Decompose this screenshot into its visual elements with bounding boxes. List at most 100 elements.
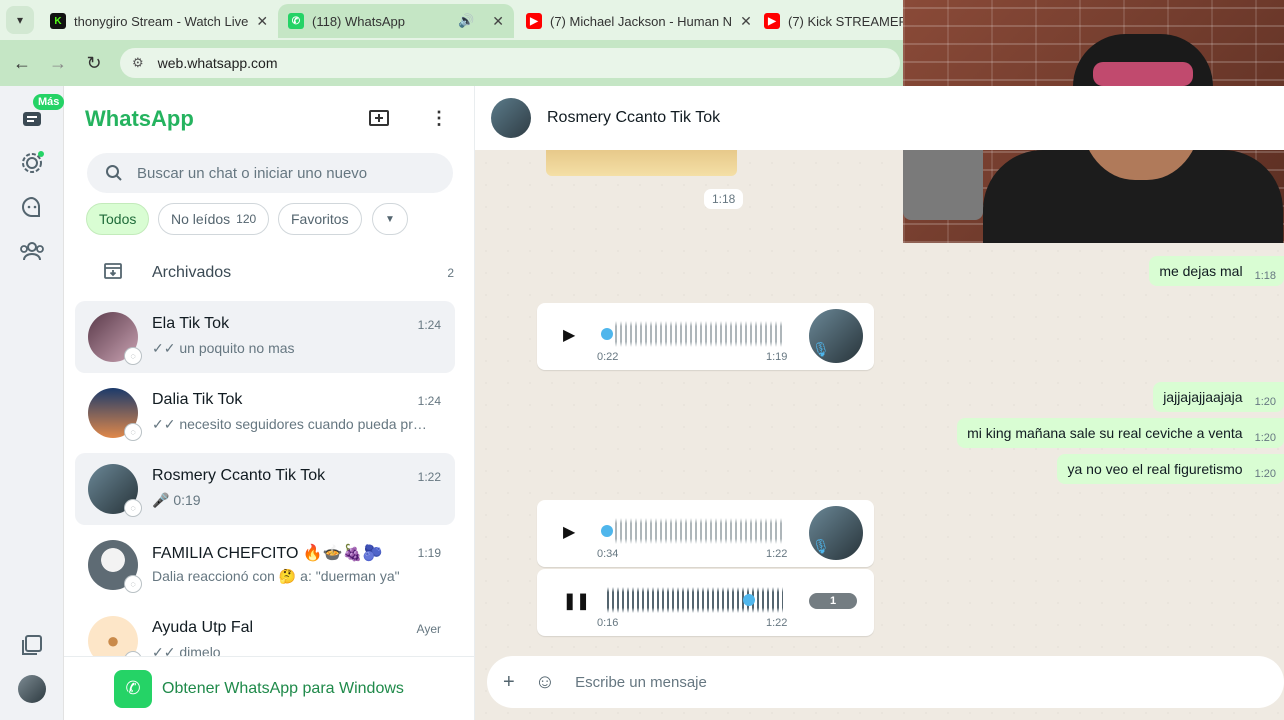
chat-time: 1:22 (417, 470, 441, 484)
avatar: ◌ (88, 388, 142, 441)
status-icon[interactable] (16, 147, 48, 179)
forward-icon[interactable]: → (40, 53, 76, 74)
contact-avatar[interactable] (491, 98, 531, 138)
communities-icon[interactable] (16, 235, 48, 267)
message-time: 1:20 (1254, 468, 1276, 480)
message-time: 1:18 (704, 189, 744, 209)
pause-icon[interactable]: ❚❚ (563, 591, 590, 611)
chat-item[interactable]: ◌ FAMILIA CHEFCITO 🔥🍲🍇🫐 1:19 Dalia reacc… (75, 529, 455, 601)
channels-icon[interactable] (16, 191, 48, 223)
get-windows-app-link[interactable]: ✆ Obtener WhatsApp para Windows (64, 656, 474, 720)
message-time: 1:20 (1254, 432, 1276, 444)
chat-time: Ayer (416, 622, 441, 636)
playback-scrubber[interactable] (743, 594, 755, 606)
chat-preview: ✓✓ necesito seguidores cuando pueda pren… (152, 416, 432, 432)
status-ring-icon: ◌ (124, 575, 142, 593)
contact-name: Rosmery Ccanto Tik Tok (547, 109, 721, 126)
voice-position: 0:16 (597, 617, 619, 629)
tab-title: (7) Michael Jackson - Human N (550, 13, 733, 29)
mic-icon: 🎙 (812, 341, 830, 357)
search-input[interactable]: Buscar un chat o iniciar uno nuevo (87, 153, 453, 193)
message-text: me dejas mal (1159, 263, 1243, 279)
mas-badge: Más (33, 94, 65, 110)
nav-rail: Más (0, 86, 65, 720)
archive-icon (74, 261, 152, 286)
profile-avatar[interactable] (16, 673, 48, 705)
chat-name: FAMILIA CHEFCITO 🔥🍲🍇🫐 (152, 545, 383, 562)
tab-search-button[interactable]: ▾ (6, 6, 34, 34)
media-gallery-icon[interactable] (16, 629, 48, 661)
address-bar[interactable]: ⚙ web.whatsapp.com (120, 48, 900, 78)
tab-kick-stream[interactable]: K thonygiro Stream - Watch Live ✕ (40, 4, 276, 38)
close-icon[interactable]: ✕ (740, 13, 752, 30)
avatar: ◌ (88, 464, 142, 517)
back-icon[interactable]: ← (4, 53, 40, 74)
image-message[interactable] (546, 150, 737, 176)
chat-name: Rosmery Ccanto Tik Tok (152, 467, 326, 484)
menu-dots-icon[interactable]: ⋮ (430, 108, 448, 129)
waveform[interactable] (607, 587, 783, 613)
mic-icon: 🎙 (812, 538, 830, 554)
tab-whatsapp[interactable]: ✆ (118) WhatsApp 🔊 ✕ (278, 4, 514, 38)
conversation-header[interactable]: Rosmery Ccanto Tik Tok (475, 86, 1284, 150)
chat-item-active[interactable]: ◌ Rosmery Ccanto Tik Tok 1:22 🎤 0:19 (75, 453, 455, 525)
whatsapp-logo-icon: ✆ (114, 669, 152, 708)
site-settings-icon[interactable]: ⚙ (132, 55, 144, 71)
voice-message[interactable]: ▶ 0:34 1:22 🎙 (537, 500, 874, 567)
chat-name: Dalia Tik Tok (152, 391, 243, 408)
chat-name: Ayuda Utp Fal (152, 619, 254, 636)
filter-more-dropdown[interactable]: ▼ (372, 203, 408, 235)
sticker-icon[interactable]: ☺ (535, 671, 555, 694)
filter-label: Todos (99, 211, 137, 227)
voice-time: 1:22 (766, 617, 788, 629)
outgoing-message[interactable]: ya no veo el real figuretismo 1:20 (1057, 454, 1284, 484)
tab-title: (118) WhatsApp (312, 13, 405, 29)
waveform[interactable] (615, 518, 783, 544)
voice-message[interactable]: ▶ 0:22 1:19 🎙 (537, 303, 874, 370)
speaker-icon[interactable]: 🔊 (458, 13, 474, 29)
status-ring-icon: ◌ (124, 347, 142, 365)
playback-scrubber[interactable] (601, 328, 613, 340)
person-bandana (1093, 62, 1193, 86)
reload-icon[interactable]: ↻ (76, 53, 112, 74)
new-chat-icon[interactable] (368, 108, 390, 133)
chat-time: 1:24 (417, 394, 441, 408)
filter-unread[interactable]: No leídos 120 (158, 203, 270, 235)
message-text: jajjajajjaajaja (1163, 389, 1243, 405)
avatar: ●◌ (88, 616, 142, 657)
avatar: ◌ (88, 540, 142, 593)
play-icon[interactable]: ▶ (563, 522, 575, 542)
message-time: 1:18 (1254, 270, 1276, 282)
filter-favorites[interactable]: Favoritos (278, 203, 362, 235)
attach-plus-icon[interactable]: + (503, 671, 515, 694)
close-icon[interactable]: ✕ (492, 13, 504, 30)
filter-label: No leídos (171, 211, 231, 227)
voice-time: 1:19 (766, 351, 788, 363)
playback-scrubber[interactable] (601, 525, 613, 537)
filter-all[interactable]: Todos (86, 203, 150, 235)
waveform[interactable] (615, 321, 783, 347)
chat-item[interactable]: ◌ Ela Tik Tok 1:24 ✓✓ un poquito no mas (75, 301, 455, 373)
voice-message-playing[interactable]: ❚❚ 0:16 1:22 1 (537, 569, 874, 636)
youtube-icon: ▶ (526, 13, 542, 29)
chat-item[interactable]: ◌ Dalia Tik Tok 1:24 ✓✓ necesito seguido… (75, 377, 455, 449)
chat-name: Ela Tik Tok (152, 315, 230, 332)
tab-youtube-michael-jackson[interactable]: ▶ (7) Michael Jackson - Human N ✕ (516, 4, 752, 38)
outgoing-message[interactable]: mi king mañana sale su real ceviche a ve… (957, 418, 1284, 448)
app-title: WhatsApp (85, 106, 194, 131)
outgoing-message[interactable]: me dejas mal 1:18 (1149, 256, 1284, 286)
tab-youtube-kick-streamer[interactable]: ▶ (7) Kick STREAMER, n (754, 4, 904, 38)
avatar: ◌ (88, 312, 142, 365)
close-icon[interactable]: ✕ (256, 13, 268, 30)
message-time: 1:20 (1254, 396, 1276, 408)
outgoing-message[interactable]: jajjajajjaajaja 1:20 (1153, 382, 1284, 412)
chat-item[interactable]: ●◌ Ayuda Utp Fal Ayer ✓✓ dimelo (75, 605, 455, 657)
message-input[interactable]: Escribe un mensaje (575, 674, 707, 691)
voice-position: 0:22 (597, 351, 619, 363)
archived-row[interactable]: Archivados 2 (74, 251, 454, 295)
message-composer[interactable]: + ☺ Escribe un mensaje (487, 656, 1284, 708)
playback-speed-button[interactable]: 1 (809, 593, 857, 609)
chat-time: 1:19 (417, 546, 441, 560)
play-icon[interactable]: ▶ (563, 325, 575, 345)
chat-preview: Dalia reaccionó con 🤔 a: "duerman ya" (152, 568, 400, 584)
